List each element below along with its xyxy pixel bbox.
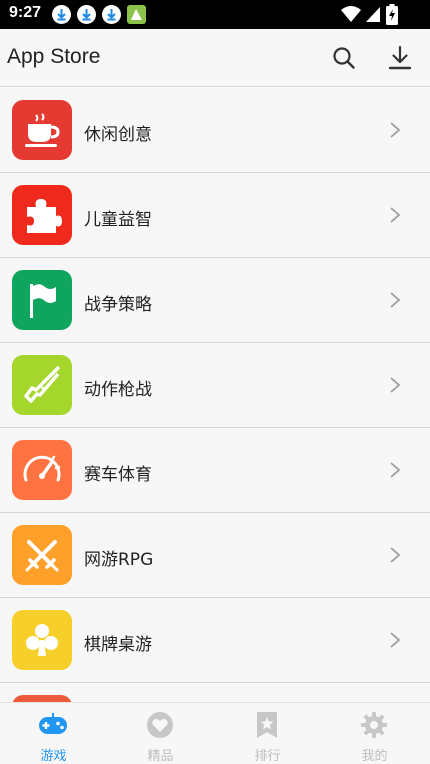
download-notification-icon [77, 5, 96, 24]
download-notification-icon [52, 5, 71, 24]
category-item-action[interactable]: 动作枪战 [0, 343, 430, 428]
gamepad-icon [39, 713, 67, 734]
tab-games[interactable]: 游戏 [0, 703, 107, 764]
category-label: 战争策略 [84, 295, 152, 315]
category-item-board[interactable]: 棋牌桌游 [0, 598, 430, 683]
app-bar: App Store [0, 29, 430, 87]
tab-label: 游戏 [40, 749, 67, 764]
coffee-cup-icon [12, 100, 72, 160]
category-item-casual[interactable]: 休闲创意 [0, 88, 430, 173]
chevron-right-icon [390, 122, 401, 138]
status-bar: 9:27 [0, 0, 430, 29]
category-label: 赛车体育 [84, 465, 152, 485]
category-item-kids[interactable]: 儿童益智 [0, 173, 430, 258]
bookmark-star-icon [257, 712, 277, 738]
heart-icon [147, 712, 173, 738]
tab-label: 我的 [361, 749, 388, 764]
chevron-right-icon [390, 377, 401, 393]
category-item-rpg[interactable]: 网游RPG [0, 513, 430, 598]
bottom-navigation: 游戏 精品 排行 我的 [0, 702, 430, 764]
tab-mine[interactable]: 我的 [321, 703, 428, 764]
battery-icon [386, 4, 398, 25]
gear-icon [361, 712, 387, 738]
search-icon [333, 47, 355, 69]
download-notification-icon [102, 5, 121, 24]
category-icon [12, 695, 72, 702]
status-time: 9:27 [9, 4, 42, 21]
tab-featured[interactable]: 精品 [107, 703, 214, 764]
download-icon [388, 45, 412, 70]
app-title: App Store [7, 45, 101, 68]
category-item-partial[interactable] [0, 683, 430, 702]
wifi-icon [341, 6, 361, 22]
signal-icon [366, 7, 380, 22]
club-icon [12, 610, 72, 670]
chevron-right-icon [390, 632, 401, 648]
category-list: 休闲创意 儿童益智 战争策略 动作枪战 赛车体育 网游RPG 棋牌桌游 [0, 88, 430, 702]
category-item-strategy[interactable]: 战争策略 [0, 258, 430, 343]
speedometer-icon [12, 440, 72, 500]
chevron-right-icon [390, 207, 401, 223]
rifle-icon [12, 355, 72, 415]
category-label: 网游RPG [84, 550, 154, 570]
tab-ranking[interactable]: 排行 [214, 703, 321, 764]
category-label: 棋牌桌游 [84, 635, 152, 655]
chevron-right-icon [390, 547, 401, 563]
category-label: 动作枪战 [84, 380, 152, 400]
download-button[interactable] [385, 43, 415, 73]
puzzle-icon [12, 185, 72, 245]
category-label: 儿童益智 [84, 210, 152, 230]
tab-label: 排行 [254, 749, 281, 764]
category-label: 休闲创意 [84, 125, 152, 145]
crossed-swords-icon [12, 525, 72, 585]
category-item-racing[interactable]: 赛车体育 [0, 428, 430, 513]
flag-icon [12, 270, 72, 330]
chevron-right-icon [390, 292, 401, 308]
app-notification-icon [127, 5, 146, 24]
tab-label: 精品 [147, 749, 174, 764]
search-button[interactable] [329, 43, 359, 73]
chevron-right-icon [390, 462, 401, 478]
